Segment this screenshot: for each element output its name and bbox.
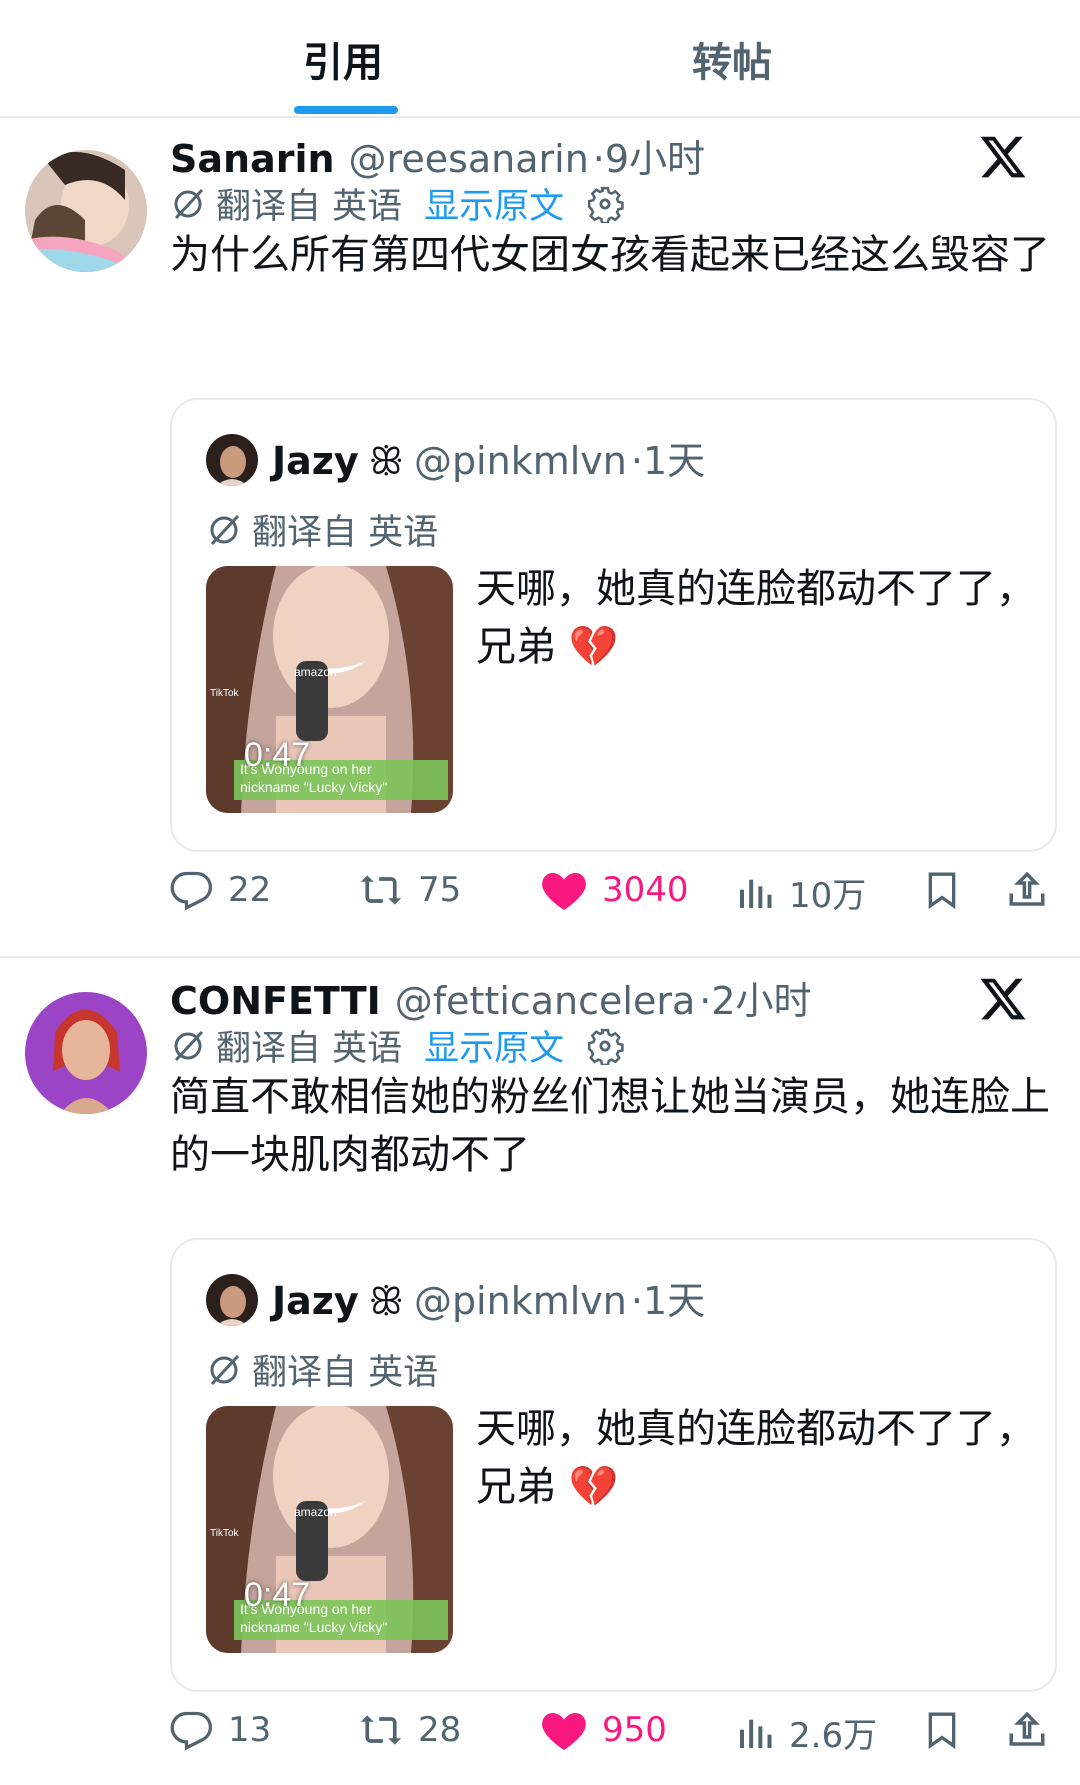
tab-quotes[interactable]: 引用 xyxy=(303,30,383,88)
post-time[interactable]: ·9小时 xyxy=(593,128,705,183)
repost-count: 75 xyxy=(418,870,462,910)
quoted-handle[interactable]: @pinkmlvn xyxy=(414,1279,627,1323)
like-button[interactable]: 3040 xyxy=(540,868,689,912)
bookmark-button[interactable] xyxy=(922,1708,962,1752)
translation-row: 翻译自 英语 显示原文 xyxy=(170,178,624,229)
reply-icon xyxy=(170,871,213,911)
post-header: Sanarin @reesanarin ·9小时 xyxy=(170,128,705,183)
video-duration: 0:47 xyxy=(244,736,311,774)
quoted-translation-row: 翻译自 英语 xyxy=(206,504,438,555)
post-text: 为什么所有第四代女团女孩看起来已经这么毁容了 xyxy=(170,232,1050,278)
reply-button[interactable]: 22 xyxy=(170,868,271,912)
bookmark-button[interactable] xyxy=(922,868,962,912)
svg-text:nickname "Lucky Vicky": nickname "Lucky Vicky" xyxy=(240,1619,387,1635)
views-count: 10万 xyxy=(789,876,867,916)
gear-icon[interactable] xyxy=(586,1027,624,1065)
translated-from-label: 翻译自 英语 xyxy=(252,513,439,553)
reply-count: 22 xyxy=(228,870,272,910)
quoted-avatar[interactable] xyxy=(206,434,258,486)
translated-from-label: 翻译自 英语 xyxy=(216,1029,403,1069)
tab-reposts[interactable]: 转帖 xyxy=(692,30,772,88)
quoted-time[interactable]: ·1天 xyxy=(631,430,705,485)
post-header: CONFETTI @fetticancelera ·2小时 xyxy=(170,970,812,1025)
user-handle[interactable]: @fetticancelera xyxy=(395,979,696,1023)
views-button[interactable]: 10万 xyxy=(735,868,866,917)
quoted-handle[interactable]: @pinkmlvn xyxy=(414,439,627,483)
reply-button[interactable]: 13 xyxy=(170,1708,271,1752)
post-text: 简直不敢相信她的粉丝们想让她当演员，她连脸上的一块肌肉都动不了 xyxy=(170,1074,1050,1178)
quoted-post[interactable]: Jazy ꕥ @pinkmlvn ·1天 翻译自 英语 amazon TikTo… xyxy=(170,398,1057,852)
views-count: 2.6万 xyxy=(789,1716,878,1756)
video-brand: amazon xyxy=(294,1505,337,1519)
post[interactable]: Sanarin @reesanarin ·9小时 翻译自 英语 显示原文 为什么… xyxy=(0,118,1080,956)
post[interactable]: CONFETTI @fetticancelera ·2小时 翻译自 英语 显示原… xyxy=(0,960,1080,1785)
repost-count: 28 xyxy=(418,1710,462,1750)
avatar[interactable] xyxy=(25,150,147,272)
action-bar: 13 28 950 2.6万 xyxy=(170,1708,1050,1768)
quoted-post[interactable]: Jazy ꕥ @pinkmlvn ·1天 翻译自 英语 amazon TikTo… xyxy=(170,1238,1057,1692)
video-brand: amazon xyxy=(294,665,337,679)
repost-icon xyxy=(360,875,402,905)
tab-bar: 引用 转帖 xyxy=(0,0,1080,118)
quoted-time[interactable]: ·1天 xyxy=(631,1270,705,1325)
quoted-display-name[interactable]: Jazy xyxy=(272,439,359,483)
reply-count: 13 xyxy=(228,1710,272,1750)
video-duration: 0:47 xyxy=(244,1576,311,1614)
share-icon xyxy=(1009,871,1045,906)
show-original-link[interactable]: 显示原文 xyxy=(424,1020,564,1071)
quoted-header: Jazy ꕥ @pinkmlvn ·1天 xyxy=(272,430,705,485)
display-name[interactable]: CONFETTI xyxy=(170,979,381,1023)
video-thumbnail[interactable]: amazon TikTok It's Wonyoung on her nickn… xyxy=(206,566,453,813)
repost-button[interactable]: 75 xyxy=(358,868,461,912)
repost-button[interactable]: 28 xyxy=(358,1708,461,1752)
avatar[interactable] xyxy=(25,992,147,1114)
translate-icon xyxy=(174,1030,204,1061)
share-button[interactable] xyxy=(1006,1708,1048,1752)
like-count: 950 xyxy=(602,1710,667,1750)
video-thumbnail[interactable]: amazon TikTok It's Wonyoung on her nickn… xyxy=(206,1406,453,1653)
views-icon xyxy=(740,1719,772,1748)
share-button[interactable] xyxy=(1006,868,1048,912)
post-time[interactable]: ·2小时 xyxy=(699,970,811,1025)
user-handle[interactable]: @reesanarin xyxy=(349,137,589,181)
views-icon xyxy=(740,879,772,908)
heart-icon xyxy=(542,1713,586,1750)
name-badge: ꕥ xyxy=(368,439,404,483)
reply-icon xyxy=(170,1711,213,1751)
quoted-display-name[interactable]: Jazy xyxy=(272,1279,359,1323)
name-badge: ꕥ xyxy=(368,1279,404,1323)
views-button[interactable]: 2.6万 xyxy=(735,1708,877,1757)
gear-icon[interactable] xyxy=(586,185,624,223)
translate-icon xyxy=(174,188,204,219)
quoted-avatar[interactable] xyxy=(206,1274,258,1326)
video-source: TikTok xyxy=(210,1528,240,1539)
bookmark-icon xyxy=(928,1712,956,1750)
translated-from-label: 翻译自 英语 xyxy=(252,1353,439,1393)
heart-icon xyxy=(542,873,586,910)
like-count: 3040 xyxy=(602,870,689,910)
share-icon xyxy=(1009,1711,1045,1746)
quoted-translation-row: 翻译自 英语 xyxy=(206,1344,438,1395)
translated-from-label: 翻译自 英语 xyxy=(216,187,403,227)
translation-row: 翻译自 英语 显示原文 xyxy=(170,1020,624,1071)
translate-icon xyxy=(210,1354,240,1385)
x-logo-icon xyxy=(980,978,1026,1020)
translate-icon xyxy=(210,514,240,545)
like-button[interactable]: 950 xyxy=(540,1708,667,1752)
active-tab-indicator xyxy=(294,106,398,114)
show-original-link[interactable]: 显示原文 xyxy=(424,178,564,229)
display-name[interactable]: Sanarin xyxy=(170,137,335,181)
video-source: TikTok xyxy=(210,688,240,699)
repost-icon xyxy=(360,1715,402,1745)
quoted-text: 天哪，她真的连脸都动不了了，兄弟 💔 xyxy=(476,1406,1036,1510)
x-logo-icon xyxy=(980,136,1026,178)
quoted-text: 天哪，她真的连脸都动不了了，兄弟 💔 xyxy=(476,566,1036,670)
svg-text:nickname "Lucky Vicky": nickname "Lucky Vicky" xyxy=(240,779,387,795)
quoted-header: Jazy ꕥ @pinkmlvn ·1天 xyxy=(272,1270,705,1325)
post-divider xyxy=(0,956,1080,958)
action-bar: 22 75 3040 10万 xyxy=(170,868,1050,928)
bookmark-icon xyxy=(928,872,956,910)
